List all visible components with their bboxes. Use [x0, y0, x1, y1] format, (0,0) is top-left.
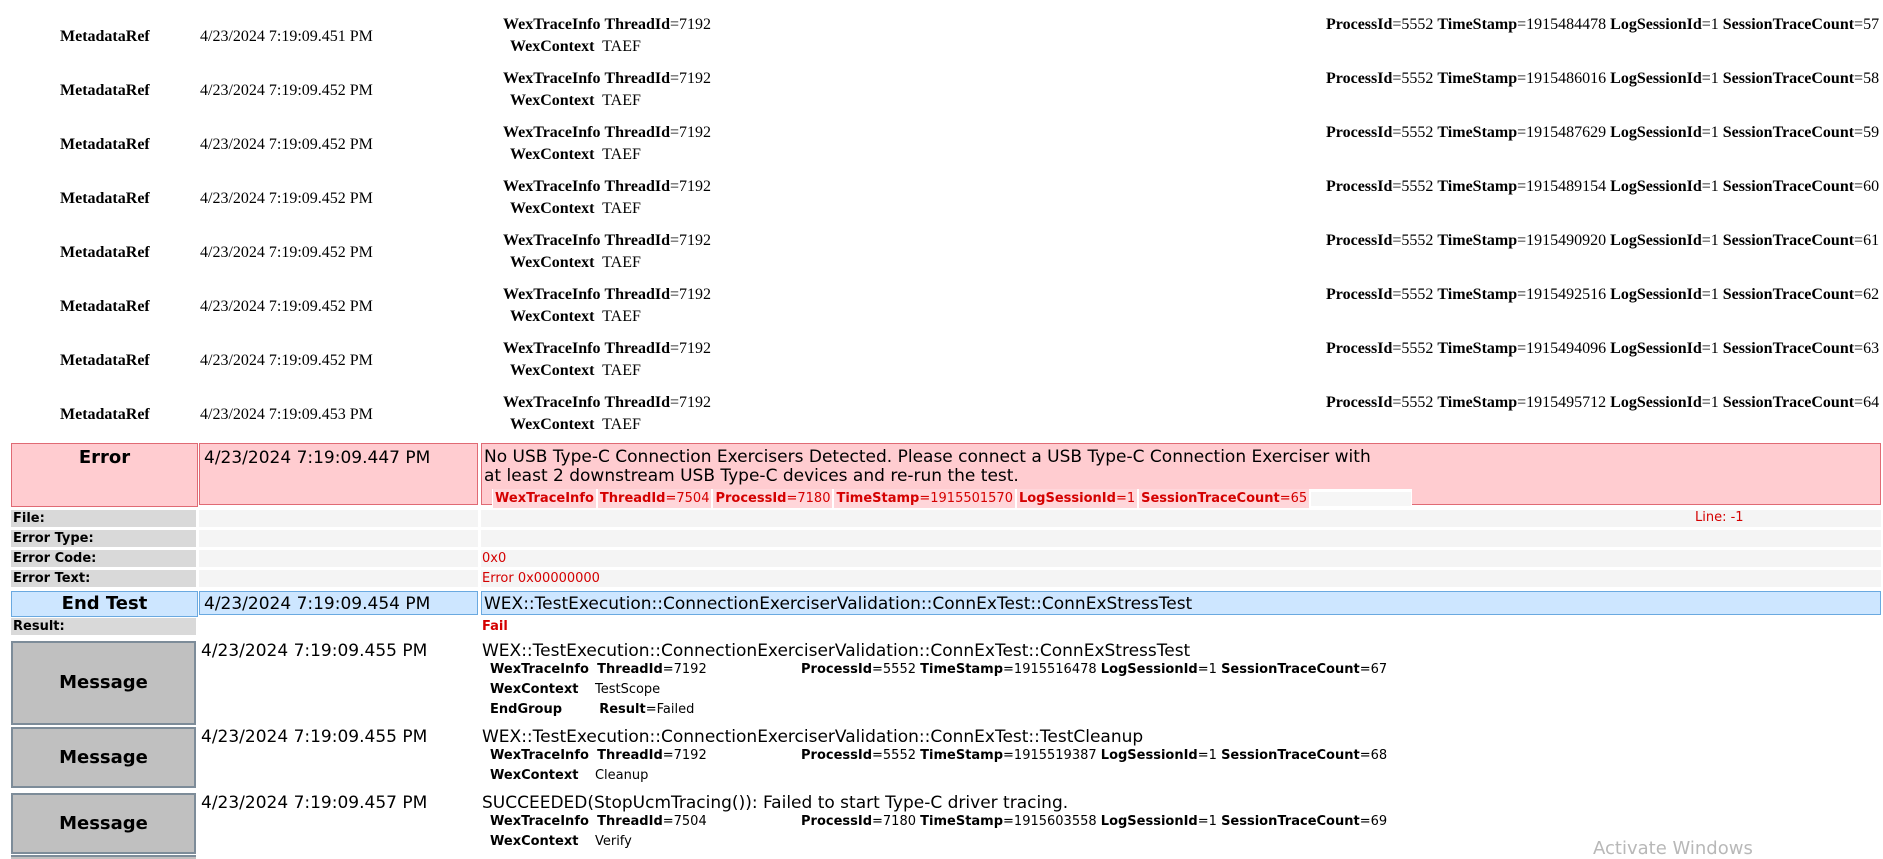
metadata-row: MetadataRef 4/23/2024 7:19:09.452 PM Wex…	[0, 124, 1883, 178]
message-row: Message 4/23/2024 7:19:09.455 PM WEX::Te…	[0, 727, 1883, 788]
message-label: Message	[11, 727, 196, 788]
error-code-value: 0x0	[481, 550, 1881, 567]
wex-context: WexContext TAEF	[510, 416, 641, 433]
file-value	[481, 510, 1881, 527]
error-text-row: Error Text: Error 0x00000000	[0, 569, 1883, 588]
process-info: ProcessId=5552 TimeStamp=1915490920 LogS…	[1326, 232, 1880, 249]
message-end-group: EndGroup Result=Failed	[490, 702, 695, 717]
end-test-timestamp: 4/23/2024 7:19:09.454 PM	[199, 591, 478, 615]
message-title: WEX::TestExecution::ConnectionExerciserV…	[482, 641, 1191, 661]
row-timestamp: 4/23/2024 7:19:09.452 PM	[200, 82, 373, 99]
message-process-info: ProcessId=5552 TimeStamp=1915519387 LogS…	[801, 748, 1388, 763]
trace-info: WexTraceInfo ThreadId=7192	[503, 286, 712, 303]
trace-info: WexTraceInfo ThreadId=7192	[503, 178, 712, 195]
process-info: ProcessId=5552 TimeStamp=1915492516 LogS…	[1326, 286, 1880, 303]
trace-info: WexTraceInfo ThreadId=7192	[503, 340, 712, 357]
process-info: ProcessId=5552 TimeStamp=1915489154 LogS…	[1326, 178, 1880, 195]
error-timestamp: 4/23/2024 7:19:09.447 PM	[199, 443, 478, 505]
result-label: Result:	[11, 618, 196, 635]
error-file-row: File: Line: -1	[0, 509, 1883, 528]
error-code-row: Error Code: 0x0	[0, 549, 1883, 568]
row-timestamp: 4/23/2024 7:19:09.452 PM	[200, 352, 373, 369]
wex-context: WexContext TAEF	[510, 362, 641, 379]
error-text-mid-cell	[199, 570, 478, 587]
row-type-label: MetadataRef	[60, 352, 150, 369]
message-process-info: ProcessId=5552 TimeStamp=1915516478 LogS…	[801, 662, 1388, 677]
message-timestamp: 4/23/2024 7:19:09.457 PM	[201, 793, 428, 813]
wex-context: WexContext TAEF	[510, 254, 641, 271]
metadata-row: MetadataRef 4/23/2024 7:19:09.452 PM Wex…	[0, 232, 1883, 286]
row-type-label: MetadataRef	[60, 190, 150, 207]
row-timestamp: 4/23/2024 7:19:09.452 PM	[200, 190, 373, 207]
trace-info: WexTraceInfo ThreadId=7192	[503, 394, 712, 411]
message-context: WexContext TestScope	[490, 682, 661, 697]
error-message-cell: No USB Type-C Connection Exercisers Dete…	[481, 443, 1881, 508]
metadata-row: MetadataRef 4/23/2024 7:19:09.452 PM Wex…	[0, 178, 1883, 232]
message-context: WexContext Verify	[490, 834, 632, 849]
message-title: SUCCEEDED(StopUcmTracing()): Failed to s…	[482, 793, 1069, 813]
row-timestamp: 4/23/2024 7:19:09.451 PM	[200, 28, 373, 45]
error-text-value: Error 0x00000000	[481, 570, 1881, 587]
metadata-row: MetadataRef 4/23/2024 7:19:09.451 PM Wex…	[0, 16, 1883, 70]
trace-info: WexTraceInfo ThreadId=7192	[503, 70, 712, 87]
wex-context: WexContext TAEF	[510, 38, 641, 55]
metadata-row: MetadataRef 4/23/2024 7:19:09.452 PM Wex…	[0, 340, 1883, 394]
error-code-mid-cell	[199, 550, 478, 567]
process-info: ProcessId=5552 TimeStamp=1915486016 LogS…	[1326, 70, 1880, 87]
result-row: Result: Fail	[0, 617, 1883, 637]
message-context: WexContext Cleanup	[490, 768, 649, 783]
error-type-row: Error Type:	[0, 529, 1883, 548]
line-number: Line: -1	[1695, 510, 1744, 525]
row-timestamp: 4/23/2024 7:19:09.452 PM	[200, 298, 373, 315]
row-type-label: MetadataRef	[60, 136, 150, 153]
error-type-mid-cell	[199, 530, 478, 547]
message-label: Message	[11, 793, 196, 854]
message-trace-info: WexTraceInfo ThreadId=7192	[490, 748, 707, 763]
activate-windows-watermark: Activate Windows	[1593, 838, 1753, 859]
row-type-label: MetadataRef	[60, 244, 150, 261]
metadata-row: MetadataRef 4/23/2024 7:19:09.453 PM Wex…	[0, 394, 1883, 448]
file-label: File:	[11, 510, 196, 527]
end-test-name: WEX::TestExecution::ConnectionExerciserV…	[481, 591, 1881, 615]
wex-context: WexContext TAEF	[510, 92, 641, 109]
error-message: No USB Type-C Connection Exercisers Dete…	[484, 447, 1371, 486]
message-row: Message 4/23/2024 7:19:09.455 PM WEX::Te…	[0, 641, 1883, 725]
file-mid-cell	[199, 510, 478, 527]
next-row-edge	[11, 855, 196, 859]
process-info: ProcessId=5552 TimeStamp=1915495712 LogS…	[1326, 394, 1880, 411]
trace-info: WexTraceInfo ThreadId=7192	[503, 232, 712, 249]
message-timestamp: 4/23/2024 7:19:09.455 PM	[201, 727, 428, 747]
message-trace-info: WexTraceInfo ThreadId=7192	[490, 662, 707, 677]
row-timestamp: 4/23/2024 7:19:09.453 PM	[200, 406, 373, 423]
error-text-label: Error Text:	[11, 570, 196, 587]
wex-context: WexContext TAEF	[510, 200, 641, 217]
wex-context: WexContext TAEF	[510, 146, 641, 163]
trace-info: WexTraceInfo ThreadId=7192	[503, 16, 712, 33]
error-label: Error	[11, 443, 198, 507]
row-type-label: MetadataRef	[60, 82, 150, 99]
message-process-info: ProcessId=7180 TimeStamp=1915603558 LogS…	[801, 814, 1388, 829]
metadata-row: MetadataRef 4/23/2024 7:19:09.452 PM Wex…	[0, 70, 1883, 124]
error-trace-info: WexTraceInfo ThreadId=7504 ProcessId=7180 T…	[492, 489, 1413, 508]
error-type-label: Error Type:	[11, 530, 196, 547]
error-code-label: Error Code:	[11, 550, 196, 567]
message-title: WEX::TestExecution::ConnectionExerciserV…	[482, 727, 1144, 747]
end-test-label: End Test	[11, 591, 198, 617]
process-info: ProcessId=5552 TimeStamp=1915484478 LogS…	[1326, 16, 1880, 33]
message-trace-info: WexTraceInfo ThreadId=7504	[490, 814, 707, 829]
error-type-value	[481, 530, 1881, 547]
message-label: Message	[11, 641, 196, 725]
row-type-label: MetadataRef	[60, 298, 150, 315]
row-type-label: MetadataRef	[60, 28, 150, 45]
process-info: ProcessId=5552 TimeStamp=1915494096 LogS…	[1326, 340, 1880, 357]
row-type-label: MetadataRef	[60, 406, 150, 423]
message-timestamp: 4/23/2024 7:19:09.455 PM	[201, 641, 428, 661]
result-value: Fail	[482, 619, 508, 634]
process-info: ProcessId=5552 TimeStamp=1915487629 LogS…	[1326, 124, 1880, 141]
trace-info: WexTraceInfo ThreadId=7192	[503, 124, 712, 141]
row-timestamp: 4/23/2024 7:19:09.452 PM	[200, 136, 373, 153]
row-timestamp: 4/23/2024 7:19:09.452 PM	[200, 244, 373, 261]
wex-context: WexContext TAEF	[510, 308, 641, 325]
metadata-row: MetadataRef 4/23/2024 7:19:09.452 PM Wex…	[0, 286, 1883, 340]
